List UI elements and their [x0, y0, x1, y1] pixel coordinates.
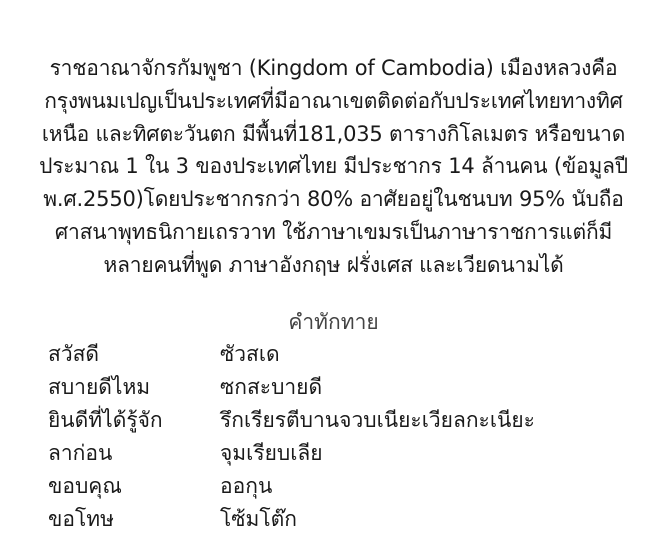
- greeting-row: ยินดีที่ได้รู้จัก รึกเรียรตีบานจวบเนียะเ…: [48, 404, 648, 437]
- greeting-khmer: ซัวสเด: [220, 342, 280, 366]
- paragraph-line: ประมาณ 1 ใน 3 ของประเทศไทย มีประชากร 14 …: [39, 154, 628, 179]
- document-page: ราชอาณาจักรกัมพูชา (Kingdom of Cambodia)…: [0, 0, 667, 560]
- greeting-khmer: ซกสะบายดี: [220, 375, 323, 399]
- greeting-row: สวัสดี ซัวสเด: [48, 338, 648, 371]
- paragraph-line: พ.ศ.2550)โดยประชากรกว่า 80% อาศัยอยู่ในช…: [43, 187, 624, 212]
- greeting-thai: ลาก่อน: [48, 441, 113, 465]
- greeting-thai: ขอโทษ: [48, 507, 114, 531]
- greeting-khmer: โซ้มโต๊ก: [220, 507, 298, 531]
- greeting-thai: สบายดีไหม: [48, 375, 151, 399]
- greetings-heading: คำทักทาย: [288, 310, 379, 334]
- greeting-khmer: จุมเรียบเลีย: [220, 441, 323, 465]
- greetings-table: สวัสดี ซัวสเด สบายดีไหม ซกสะบายดี ยินดีท…: [48, 338, 648, 536]
- paragraph-line: ราชอาณาจักรกัมพูชา (Kingdom of Cambodia)…: [49, 56, 618, 80]
- greeting-thai: ขอบคุณ: [48, 474, 122, 498]
- greeting-row: ขอโทษ โซ้มโต๊ก: [48, 503, 648, 536]
- paragraph-line: เหนือ และทิศตะวันตก มีพื้นที่181,035 ตาร…: [41, 121, 626, 146]
- cambodia-description-paragraph: ราชอาณาจักรกัมพูชา (Kingdom of Cambodia)…: [6, 52, 661, 282]
- greeting-thai: สวัสดี: [48, 342, 100, 366]
- greeting-row: ลาก่อน จุมเรียบเลีย: [48, 437, 648, 470]
- greeting-khmer: รึกเรียรตีบานจวบเนียะเวียลกะเนียะ: [220, 408, 535, 432]
- paragraph-line: หลายคนที่พูด ภาษาอังกฤษ ฝรั่งเศส และเวีย…: [103, 252, 564, 277]
- greeting-khmer: ออกุน: [220, 474, 273, 498]
- greeting-thai: ยินดีที่ได้รู้จัก: [48, 408, 163, 432]
- greeting-row: ขอบคุณ ออกุน: [48, 470, 648, 503]
- paragraph-line: ศาสนาพุทธนิกายเถรวาท ใช้ภาษาเขมรเป็นภาษา…: [54, 219, 613, 244]
- greeting-row: สบายดีไหม ซกสะบายดี: [48, 371, 648, 404]
- paragraph-line: กรุงพนมเปญเป็นประเทศที่มีอาณาเขตติดต่อกั…: [44, 88, 623, 113]
